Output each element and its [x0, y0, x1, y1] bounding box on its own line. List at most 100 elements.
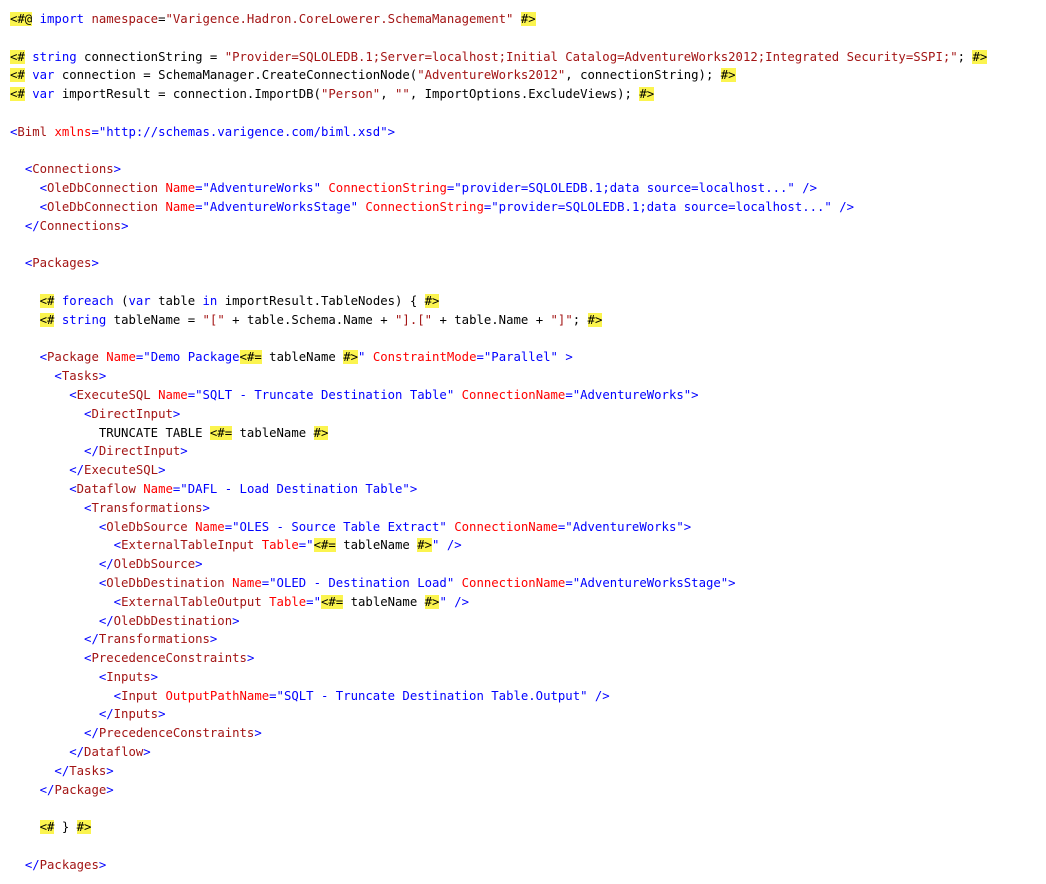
- attribute-name-token: Name: [195, 519, 225, 534]
- code-line[interactable]: </OleDbSource>: [10, 555, 1044, 574]
- keyword-token: string: [32, 49, 77, 64]
- markup-token: </: [24, 857, 40, 872]
- template-delimiter: <#@: [10, 12, 33, 26]
- markup-token: </: [84, 444, 99, 459]
- markup-token: >: [98, 857, 107, 872]
- code-line[interactable]: <Packages>: [10, 254, 1044, 273]
- code-line[interactable]: <OleDbConnection Name="AdventureWorksSta…: [10, 198, 1044, 217]
- plain-token: importResult.TableNodes) {: [217, 293, 425, 308]
- code-line[interactable]: <# } #>: [10, 818, 1044, 837]
- code-line[interactable]: ​: [10, 837, 1044, 856]
- markup-token: </: [24, 218, 40, 233]
- element-name-token: Dataflow: [76, 481, 136, 496]
- plain-token: tableName =: [106, 312, 203, 327]
- code-line[interactable]: </Packages>: [10, 856, 1044, 875]
- code-line[interactable]: <Transformations>: [10, 499, 1044, 518]
- code-line[interactable]: <# var importResult = connection.ImportD…: [10, 85, 1044, 104]
- plain-token: =: [158, 12, 166, 26]
- code-line[interactable]: <Connections>: [10, 160, 1044, 179]
- template-delimiter: #>: [424, 293, 440, 308]
- plain-token: , connectionString);: [565, 68, 721, 83]
- code-line[interactable]: ​: [10, 29, 1044, 48]
- markup-token: >: [121, 218, 129, 233]
- keyword-token: string: [61, 312, 107, 327]
- string-token: "Varigence.Hadron.CoreLowerer.SchemaMana…: [165, 12, 514, 26]
- plain-token: ,: [380, 87, 396, 102]
- code-line[interactable]: ​: [10, 104, 1044, 123]
- code-line[interactable]: <# string connectionString = "Provider=S…: [10, 48, 1044, 67]
- code-line[interactable]: </OleDbDestination>: [10, 612, 1044, 631]
- code-line[interactable]: ​: [10, 799, 1044, 818]
- code-line[interactable]: <ExternalTableInput Table="<#= tableName…: [10, 536, 1044, 555]
- markup-token: >: [106, 782, 114, 797]
- code-line[interactable]: ​: [10, 273, 1044, 292]
- code-line[interactable]: <# var connection = SchemaManager.Create…: [10, 66, 1044, 85]
- code-line[interactable]: </Inputs>: [10, 705, 1044, 724]
- code-area[interactable]: <#@ import namespace="Varigence.Hadron.C…: [10, 10, 1044, 875]
- element-name-token: Packages: [39, 857, 99, 872]
- element-name-token: Tasks: [61, 369, 99, 384]
- code-line[interactable]: ​: [10, 142, 1044, 161]
- plain-token: importResult = connection.ImportDB(: [54, 87, 321, 102]
- code-line[interactable]: <OleDbSource Name="OLES - Source Table E…: [10, 518, 1044, 537]
- code-line[interactable]: <ExternalTableOutput Table="<#= tableNam…: [10, 593, 1044, 612]
- template-delimiter: #>: [720, 68, 736, 83]
- markup-token: >: [209, 632, 218, 647]
- code-line[interactable]: <Package Name="Demo Package<#= tableName…: [10, 348, 1044, 367]
- code-line[interactable]: </DirectInput>: [10, 442, 1044, 461]
- plain-token: tableName: [343, 594, 425, 609]
- keyword-token: import: [39, 12, 85, 26]
- attribute-name-token: Name: [143, 481, 173, 496]
- code-line[interactable]: <Inputs>: [10, 668, 1044, 687]
- markup-token: </: [69, 745, 85, 760]
- element-name-token: OleDbDestination: [113, 613, 233, 628]
- code-line[interactable]: </Transformations>: [10, 630, 1044, 649]
- template-delimiter: #>: [417, 538, 433, 553]
- code-line[interactable]: <Biml xmlns="http://schemas.varigence.co…: [10, 123, 1044, 142]
- code-line[interactable]: <PrecedenceConstraints>: [10, 649, 1044, 668]
- code-line[interactable]: <OleDbDestination Name="OLED - Destinati…: [10, 574, 1044, 593]
- markup-token: <: [39, 350, 48, 365]
- keyword-token: foreach: [61, 293, 114, 308]
- code-line[interactable]: </PrecedenceConstraints>: [10, 724, 1044, 743]
- template-delimiter: #>: [424, 594, 440, 609]
- markup-token: >: [195, 557, 203, 572]
- code-line[interactable]: <Input OutputPathName="SQLT - Truncate D…: [10, 687, 1044, 706]
- markup-token: ="provider=SQLOLEDB.1;data source=localh…: [446, 181, 818, 196]
- markup-token: </: [98, 557, 114, 572]
- code-line[interactable]: <DirectInput>: [10, 405, 1044, 424]
- code-line[interactable]: <OleDbConnection Name="AdventureWorks" C…: [10, 179, 1044, 198]
- code-line[interactable]: TRUNCATE TABLE <#= tableName #>: [10, 424, 1044, 443]
- code-line[interactable]: <# string tableName = "[" + table.Schema…: [10, 311, 1044, 330]
- code-line[interactable]: </Dataflow>: [10, 743, 1044, 762]
- markup-token: </: [98, 707, 114, 722]
- code-line[interactable]: <Tasks>: [10, 367, 1044, 386]
- code-line[interactable]: <# foreach (var table in importResult.Ta…: [10, 292, 1044, 311]
- code-line[interactable]: </Tasks>: [10, 762, 1044, 781]
- template-delimiter: #>: [639, 87, 655, 102]
- code-line[interactable]: ​: [10, 236, 1044, 255]
- code-line[interactable]: <Dataflow Name="DAFL - Load Destination …: [10, 480, 1044, 499]
- attribute-name-token: OutputPathName: [165, 688, 270, 703]
- markup-token: >: [246, 651, 255, 666]
- code-line[interactable]: </Connections>: [10, 217, 1044, 236]
- template-delimiter: <#: [39, 293, 55, 308]
- code-line[interactable]: </Package>: [10, 781, 1044, 800]
- code-line[interactable]: <#@ import namespace="Varigence.Hadron.C…: [10, 10, 1044, 29]
- plain-token: tableName: [335, 538, 418, 553]
- markup-token: >: [254, 726, 262, 741]
- element-name-token: OleDbConnection: [47, 181, 159, 196]
- code-line[interactable]: </ExecuteSQL>: [10, 461, 1044, 480]
- attribute-name-token: Name: [165, 181, 196, 196]
- code-line[interactable]: ​: [10, 330, 1044, 349]
- code-editor[interactable]: <#@ import namespace="Varigence.Hadron.C…: [0, 0, 1046, 884]
- code-line[interactable]: <ExecuteSQL Name="SQLT - Truncate Destin…: [10, 386, 1044, 405]
